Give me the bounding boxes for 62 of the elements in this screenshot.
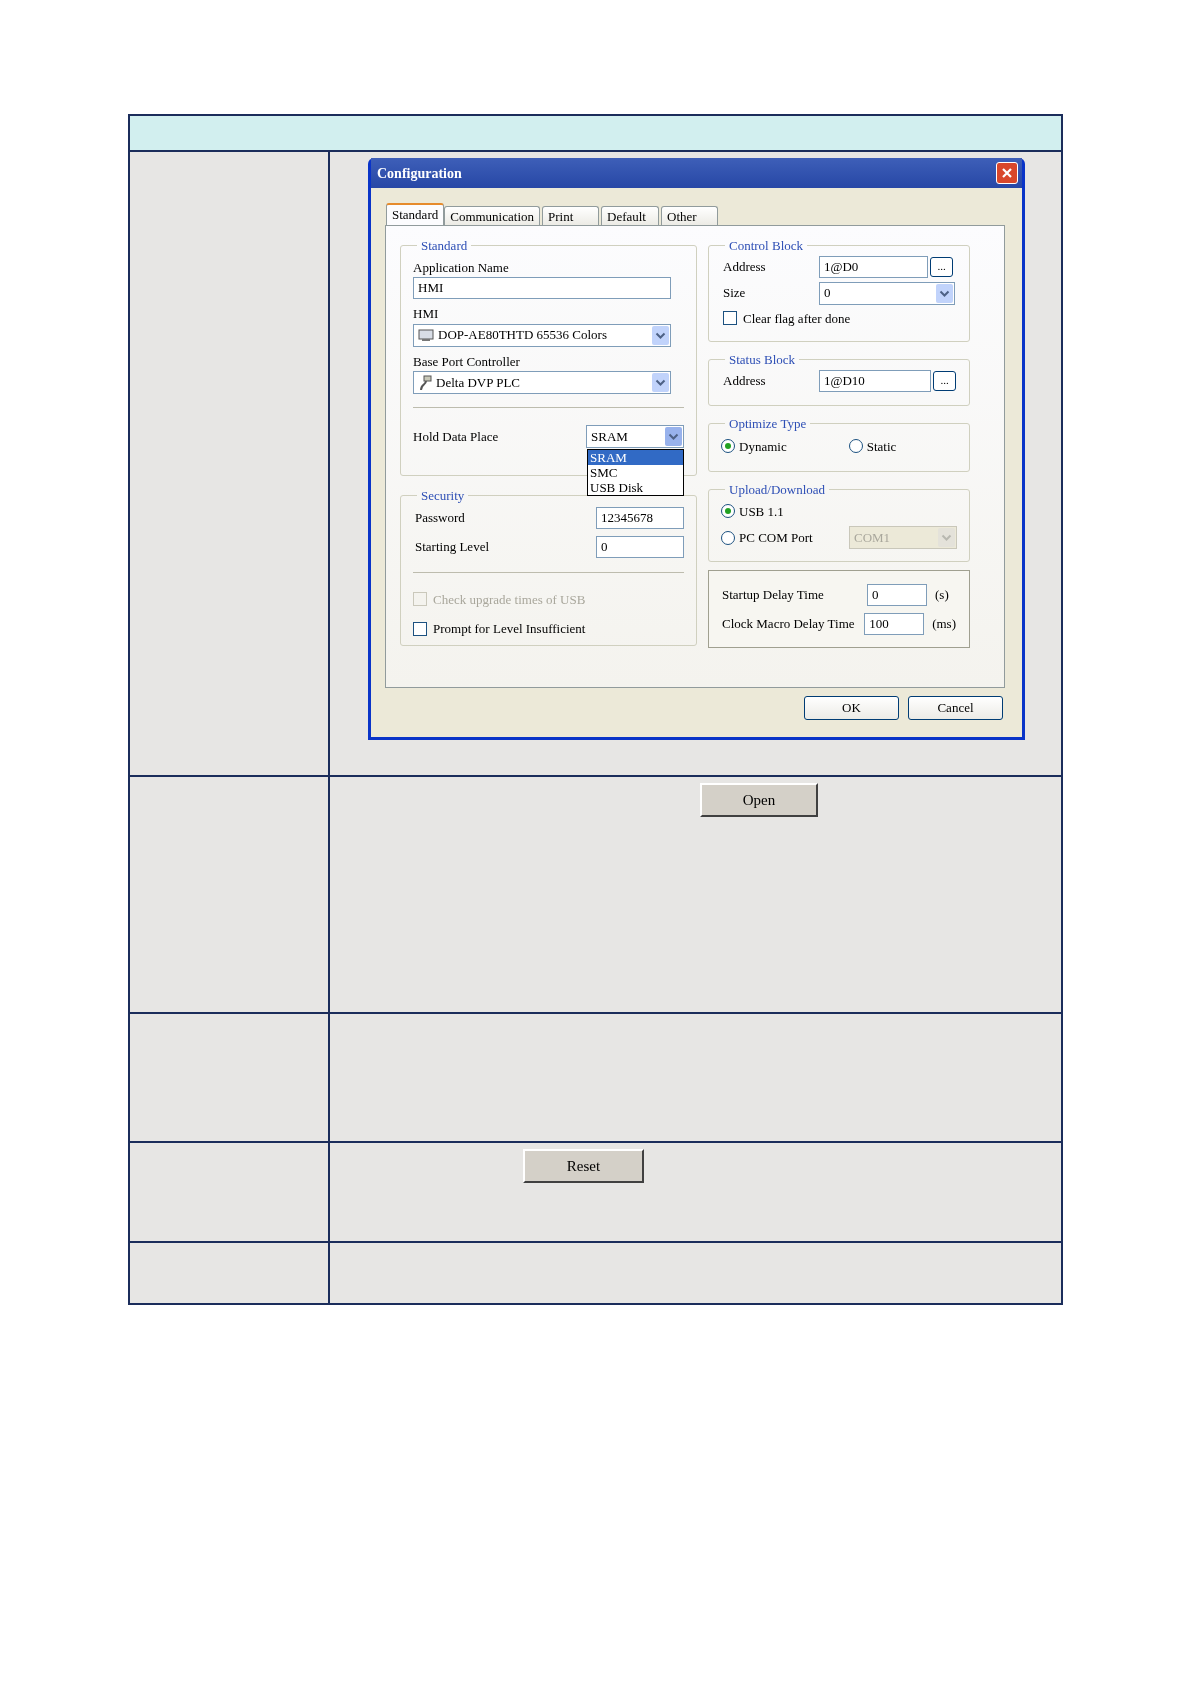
browse-button[interactable]: ... [933,370,956,391]
delay-field[interactable]: 100 [864,612,925,635]
address-field[interactable]: 1@D0 [819,255,928,278]
group-title: Control Block [728,237,805,255]
delay-field[interactable]: 0 [867,583,927,606]
field-label: Size [723,284,747,303]
group-title: Standard [420,237,469,255]
reset-button[interactable]: Reset [523,1149,644,1183]
group-title: Upload/Download [728,481,827,499]
field-label: Hold Data Place [413,427,499,446]
field-label: Address [723,257,767,276]
radio-button[interactable] [721,530,735,545]
starting-level-field[interactable]: 0 [596,535,684,558]
group-title: Status Block [728,351,797,369]
tab[interactable]: Other [661,206,718,225]
open-button[interactable]: Open [700,783,818,817]
radio-label: Static [866,437,897,456]
field-label: Startup Delay Time [722,585,825,604]
checkbox-label: Check upgrade times of USB [433,590,586,609]
radio-label: USB 1.1 [739,502,784,521]
field-label: Starting Level [415,537,489,556]
radio-button[interactable] [848,439,863,454]
hold-data-dropdown[interactable]: SRAM [586,425,684,448]
tab[interactable]: Communication [444,206,540,225]
browse-button[interactable]: ... [930,256,953,277]
group-title: Security [420,487,466,505]
unit-label: (ms) [932,614,956,633]
size-dropdown[interactable]: 0 [819,281,955,305]
radio-button[interactable] [721,439,735,454]
field-label: Address [723,371,767,390]
checkbox[interactable] [723,311,737,326]
field-label: Base Port Controller [413,352,521,371]
tab[interactable]: Standard [386,203,445,225]
field-label: Application Name [413,258,510,277]
tab[interactable]: Print [542,206,599,225]
field-label: Clock Macro Delay Time [722,614,856,633]
close-button[interactable] [996,162,1018,184]
unit-label: (s) [935,585,949,604]
controller-dropdown[interactable]: Delta DVP PLC [413,371,671,394]
checkbox[interactable] [413,621,427,636]
checkbox-label: Prompt for Level Insufficient [433,620,586,638]
window-title: Configuration [376,164,462,183]
tab[interactable]: Default [601,206,659,225]
cancel-button[interactable]: Cancel [908,696,1003,720]
group-title: Optimize Type [728,415,808,433]
checkbox-label: Clear flag after done [743,309,851,328]
dropdown-option[interactable]: USB Disk [588,480,683,495]
password-field[interactable]: 12345678 [596,506,684,529]
cable-plug-icon [418,374,432,391]
field-label: HMI [413,305,440,323]
dropdown-option[interactable]: SMC [588,465,683,480]
radio-label: PC COM Port [739,528,813,547]
application-name-field[interactable]: HMI [413,277,671,299]
close-icon [1001,167,1013,179]
monitor-icon [418,328,434,342]
ok-button[interactable]: OK [804,696,899,720]
radio-label: Dynamic [739,437,787,456]
radio-button[interactable] [721,504,735,519]
field-label: Password [415,508,465,527]
hmi-dropdown[interactable]: DOP-AE80THTD 65536 Colors [413,323,671,347]
dropdown-option[interactable]: SRAM [588,450,683,465]
address-field[interactable]: 1@D10 [819,369,931,392]
